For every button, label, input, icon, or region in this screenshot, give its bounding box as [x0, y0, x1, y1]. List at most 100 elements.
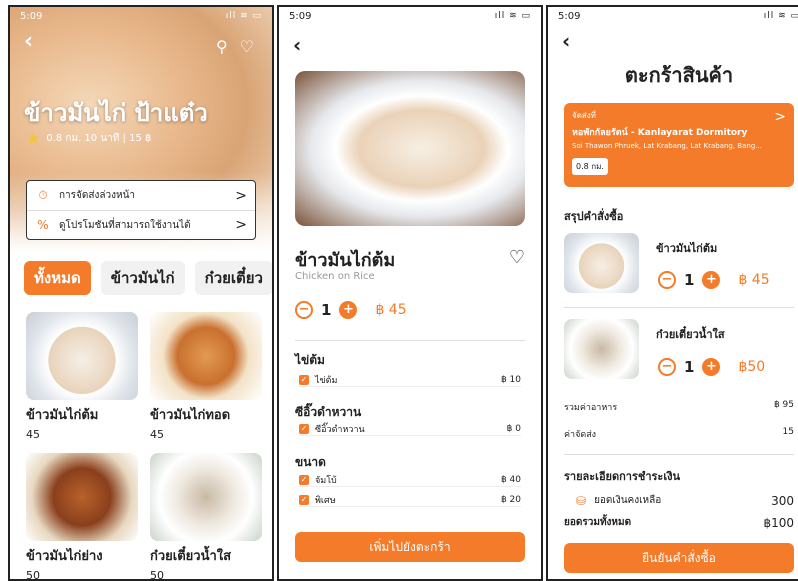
back-icon[interactable]: ‹ — [293, 33, 301, 57]
shop-meta: ★ 0.8 กม. 10 นาที | 15 ฿ — [26, 129, 151, 148]
percent-icon: % — [37, 218, 49, 232]
menu-item-name: ข้าวมันไก่ต้ม — [26, 408, 99, 423]
menu-card[interactable]: ข้าวมันไก่ทอด 45 — [150, 312, 262, 441]
category-tabs: ทั้งหมด ข้าวมันไก่ ก๋วยเตี๋ยว — [24, 261, 272, 295]
food-image — [564, 233, 639, 293]
checkbox-icon[interactable]: ✓ — [299, 423, 309, 434]
payment-details-title: รายละเอียดการชำระเงิน — [564, 470, 680, 483]
food-total-label: รวมค่าอาหาร — [564, 403, 618, 413]
order-summary-title: สรุปคำสั่งซื้อ — [564, 210, 624, 223]
quantity-stepper: − 1 + ฿ 45 — [658, 271, 770, 289]
status-icons: ıll ≋ ▭ — [763, 11, 798, 21]
plus-button[interactable]: + — [702, 358, 721, 376]
food-image — [150, 453, 262, 541]
quantity-stepper: − 1 + ฿50 — [658, 358, 765, 376]
food-image — [564, 319, 639, 379]
option-row[interactable]: ✓ ซีอิ๊วดำหวาน ฿ 0 — [299, 422, 521, 436]
quantity-value: 1 — [684, 358, 695, 376]
grand-total-label: ยอดรวมทั้งหมด — [564, 517, 632, 528]
option-label: ไข่ต้ม — [315, 375, 338, 386]
food-total-value: ฿ 95 — [773, 400, 794, 410]
chevron-right-icon: > — [235, 187, 247, 204]
delivery-fee-row: ค่าจัดส่ง 15 — [564, 427, 794, 441]
back-icon[interactable]: ‹ — [562, 29, 570, 53]
option-row[interactable]: ✓ พิเศษ ฿ 20 — [299, 493, 521, 507]
confirm-order-button[interactable]: ยืนยันคำสั่งซื้อ — [564, 543, 794, 573]
option-price: ฿ 40 — [500, 474, 521, 485]
search-icon[interactable]: ⚲ — [216, 37, 228, 56]
option-group-title: ซีอิ๊วดำหวาน — [295, 405, 362, 419]
promo-box: ⏱ การจัดส่งล่วงหน้า > % ดูโปรโมชันที่สาม… — [26, 180, 256, 240]
page-title: ตะกร้าสินค้า — [624, 63, 734, 87]
status-time: 5:09 — [289, 11, 312, 22]
cart-item-name: ข้าวมันไก่ต้ม — [656, 242, 718, 255]
delivery-fee-value: 15 — [782, 427, 794, 437]
dish-detail-screen: 5:09 ıll ≋ ▭ ‹ ข้าวมันไก่ต้ม ♡ Chicken o… — [277, 5, 543, 581]
promo-label: การจัดส่งล่วงหน้า — [59, 190, 136, 201]
clock-icon: ⏱ — [38, 188, 48, 202]
address-detail: Soi Thawon Phruek, Lat Krabang, Lat Krab… — [572, 142, 762, 150]
address-name: หอพักกัลยรัตน์ - Kanlayarat Dormitory — [572, 128, 748, 138]
tab-chicken-rice[interactable]: ข้าวมันไก่ — [100, 261, 185, 295]
star-icon: ★ — [26, 129, 41, 148]
menu-card[interactable]: ข้าวมันไก่ย่าง 50 — [26, 453, 138, 579]
checkbox-icon[interactable]: ✓ — [299, 494, 309, 505]
status-time: 5:09 — [558, 11, 581, 22]
grand-total-value: ฿100 — [763, 515, 794, 530]
option-row[interactable]: ✓ ไข่ต้ม ฿ 10 — [299, 373, 521, 387]
option-price: ฿ 20 — [500, 494, 521, 505]
food-image — [150, 312, 262, 400]
status-bar: 5:09 ıll ≋ ▭ — [558, 11, 798, 25]
menu-item-name: ข้าวมันไก่ย่าง — [26, 549, 103, 564]
menu-item-price: 45 — [26, 428, 40, 441]
divider — [564, 307, 794, 308]
option-label: จัมโบ้ — [315, 475, 337, 486]
plus-button[interactable]: + — [702, 271, 721, 289]
plus-button[interactable]: + — [339, 301, 358, 319]
address-label: จัดส่งที่ — [572, 111, 596, 120]
divider — [295, 340, 525, 341]
minus-button[interactable]: − — [658, 271, 676, 289]
option-group-title: ขนาด — [295, 455, 326, 469]
delivery-fee-label: ค่าจัดส่ง — [564, 430, 597, 440]
menu-item-price: 45 — [150, 428, 164, 441]
option-label: ซีอิ๊วดำหวาน — [315, 424, 365, 435]
back-icon[interactable]: ‹ — [24, 29, 33, 54]
balance-value: 300 — [771, 493, 794, 508]
option-label: พิเศษ — [315, 495, 336, 506]
shop-meta-text: 0.8 กม. 10 นาที | 15 ฿ — [46, 133, 152, 144]
distance-badge: 0.8 กม. — [572, 158, 608, 175]
advance-delivery-row[interactable]: ⏱ การจัดส่งล่วงหน้า > — [27, 181, 255, 210]
option-row[interactable]: ✓ จัมโบ้ ฿ 40 — [299, 473, 521, 487]
status-bar: 5:09 ıll ≋ ▭ — [289, 11, 531, 25]
checkbox-icon[interactable]: ✓ — [299, 474, 309, 485]
checkbox-icon[interactable]: ✓ — [299, 374, 309, 385]
tab-noodles[interactable]: ก๋วยเตี๋ยว — [194, 261, 272, 295]
menu-item-name: ก๋วยเตี๋ยวน้ำใส — [150, 549, 232, 564]
status-icons: ıll ≋ ▭ — [225, 11, 262, 21]
status-icons: ıll ≋ ▭ — [494, 11, 531, 21]
chevron-right-icon[interactable]: > — [774, 109, 786, 125]
option-price: ฿ 0 — [506, 423, 521, 434]
delivery-address-card[interactable]: จัดส่งที่ หอพักกัลยรัตน์ - Kanlayarat Do… — [564, 103, 794, 187]
heart-icon[interactable]: ♡ — [509, 247, 525, 268]
menu-item-price: 50 — [150, 569, 164, 581]
restaurant-screen: 5:09 ıll ≋ ▭ ‹ ⚲ ♡ ข้าวมันไก่ ป้าแต๋ว ★ … — [8, 5, 274, 581]
status-time: 5:09 — [20, 11, 43, 22]
minus-button[interactable]: − — [295, 301, 313, 319]
food-image — [26, 312, 138, 400]
menu-card[interactable]: ข้าวมันไก่ต้ม 45 — [26, 312, 138, 441]
coin-icon: ⛁ — [576, 493, 587, 508]
add-to-cart-button[interactable]: เพิ่มไปยังตะกร้า — [295, 532, 525, 562]
grand-total-row: ยอดรวมทั้งหมด ฿100 — [564, 515, 794, 530]
status-bar: 5:09 ıll ≋ ▭ — [20, 11, 262, 25]
promotions-row[interactable]: % ดูโปรโมชันที่สามารถใช้งานได้ > — [27, 210, 255, 239]
minus-button[interactable]: − — [658, 358, 676, 376]
cart-item-price: ฿ 45 — [738, 272, 770, 288]
chevron-right-icon: > — [235, 217, 247, 233]
tab-all[interactable]: ทั้งหมด — [24, 261, 91, 295]
quantity-value: 1 — [684, 271, 695, 289]
menu-card[interactable]: ก๋วยเตี๋ยวน้ำใส 50 — [150, 453, 262, 581]
food-image — [26, 453, 138, 541]
heart-icon[interactable]: ♡ — [240, 37, 254, 56]
